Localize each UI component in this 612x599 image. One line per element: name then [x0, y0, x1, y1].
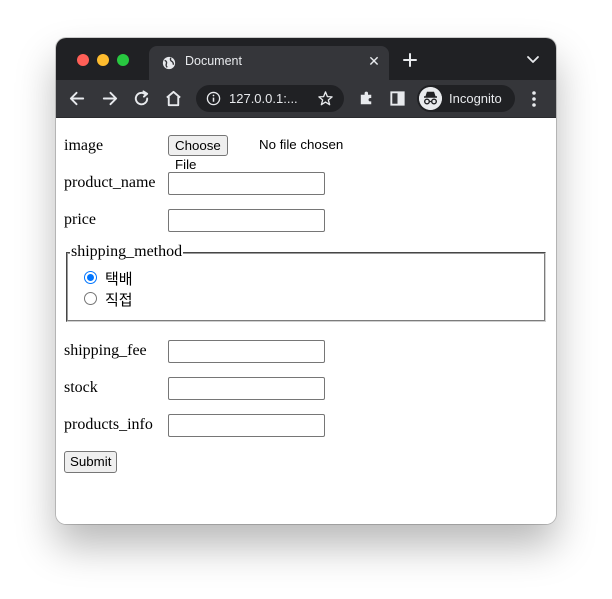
forward-arrow-icon[interactable] [100, 89, 119, 108]
sidebar-icon[interactable] [388, 89, 407, 108]
product-name-label: product_name [64, 174, 156, 191]
shipping-method-fieldset [66, 252, 546, 322]
home-icon[interactable] [164, 89, 183, 108]
radio-button[interactable] [84, 292, 97, 305]
shipping-fee-input[interactable] [168, 340, 325, 363]
minimize-window-button[interactable] [97, 54, 109, 66]
address-bar[interactable]: 127.0.0.1:... [196, 85, 344, 112]
back-arrow-icon[interactable] [68, 89, 87, 108]
price-input[interactable] [168, 209, 325, 232]
plus-icon[interactable] [401, 51, 419, 69]
stock-label: stock [64, 379, 98, 396]
info-icon[interactable] [206, 91, 221, 106]
close-icon[interactable]: ✕ [367, 55, 381, 69]
tab-document[interactable]: Document ✕ [149, 46, 389, 80]
title-bar: Document ✕ [56, 38, 556, 80]
shipping-option-label: 택배 [105, 270, 133, 288]
close-window-button[interactable] [77, 54, 89, 66]
products-info-label: products_info [64, 416, 153, 433]
shipping-option-label: 직접 [105, 291, 133, 309]
tab-title: Document [185, 54, 242, 68]
browser-toolbar: 127.0.0.1:... Incognito [56, 80, 556, 118]
product-name-input[interactable] [168, 172, 325, 195]
incognito-icon [419, 87, 442, 110]
radio-button-checked[interactable] [84, 271, 97, 284]
kebab-menu-icon[interactable] [528, 90, 540, 108]
profile-label: Incognito [449, 91, 502, 106]
price-label: price [64, 211, 96, 228]
screen: Document ✕ 127.0.0.1:... Incognito image… [0, 0, 612, 599]
file-status-text: No file chosen [259, 137, 344, 152]
shipping-fee-label: shipping_fee [64, 342, 147, 359]
choose-file-button[interactable]: Choose File [168, 135, 228, 172]
reload-icon[interactable] [132, 89, 151, 108]
maximize-window-button[interactable] [117, 54, 129, 66]
url-text: 127.0.0.1:... [229, 91, 298, 106]
globe-icon [162, 56, 176, 70]
page-content: image Choose File No file chosen product… [56, 118, 556, 524]
browser-window: Document ✕ 127.0.0.1:... Incognito image… [56, 38, 556, 524]
shipping-method-legend: shipping_method [70, 243, 184, 261]
puzzle-icon[interactable] [357, 89, 376, 108]
stock-input[interactable] [168, 377, 325, 400]
products-info-input[interactable] [168, 414, 325, 437]
star-icon[interactable] [317, 90, 334, 107]
chevron-down-icon[interactable] [526, 54, 540, 66]
image-label: image [64, 137, 104, 154]
profile-button[interactable]: Incognito [417, 85, 515, 112]
submit-button[interactable]: Submit [64, 451, 118, 473]
